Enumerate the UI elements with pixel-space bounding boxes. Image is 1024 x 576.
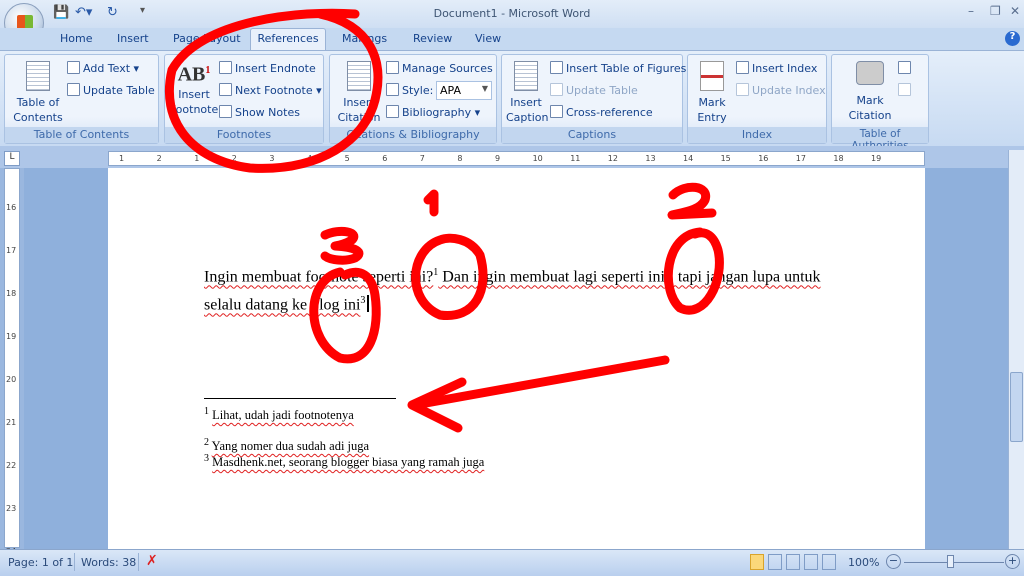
page-count[interactable]: Page: 1 of 1	[8, 556, 73, 569]
zoom-in-icon[interactable]: +	[1005, 554, 1020, 569]
annotation-circle-3	[309, 267, 381, 364]
annotation-circle-1	[411, 233, 488, 321]
annotation-circle-footnotes	[164, 8, 383, 173]
word-count[interactable]: Words: 38	[81, 556, 136, 569]
zoom-slider[interactable]	[904, 562, 1004, 563]
red-annotations	[164, 8, 724, 433]
proofing-error-icon[interactable]: ✗	[146, 553, 158, 569]
annotation-numeral-1	[423, 189, 439, 217]
annotation-circle-2	[663, 227, 724, 315]
divider	[138, 553, 139, 571]
print-layout-icon[interactable]	[750, 554, 764, 570]
status-bar: Page: 1 of 1 Words: 38 ✗ 100% − +	[0, 549, 1024, 576]
draft-icon[interactable]	[822, 554, 836, 570]
zoom-level[interactable]: 100%	[848, 556, 879, 569]
zoom-out-icon[interactable]: −	[886, 554, 901, 569]
full-screen-reading-icon[interactable]	[768, 554, 782, 570]
annotation-numeral-2	[667, 182, 717, 220]
zoom-slider-thumb[interactable]	[947, 555, 954, 568]
outline-icon[interactable]	[804, 554, 818, 570]
divider	[74, 553, 75, 571]
annotation-numeral-3	[320, 226, 364, 265]
web-layout-icon[interactable]	[786, 554, 800, 570]
